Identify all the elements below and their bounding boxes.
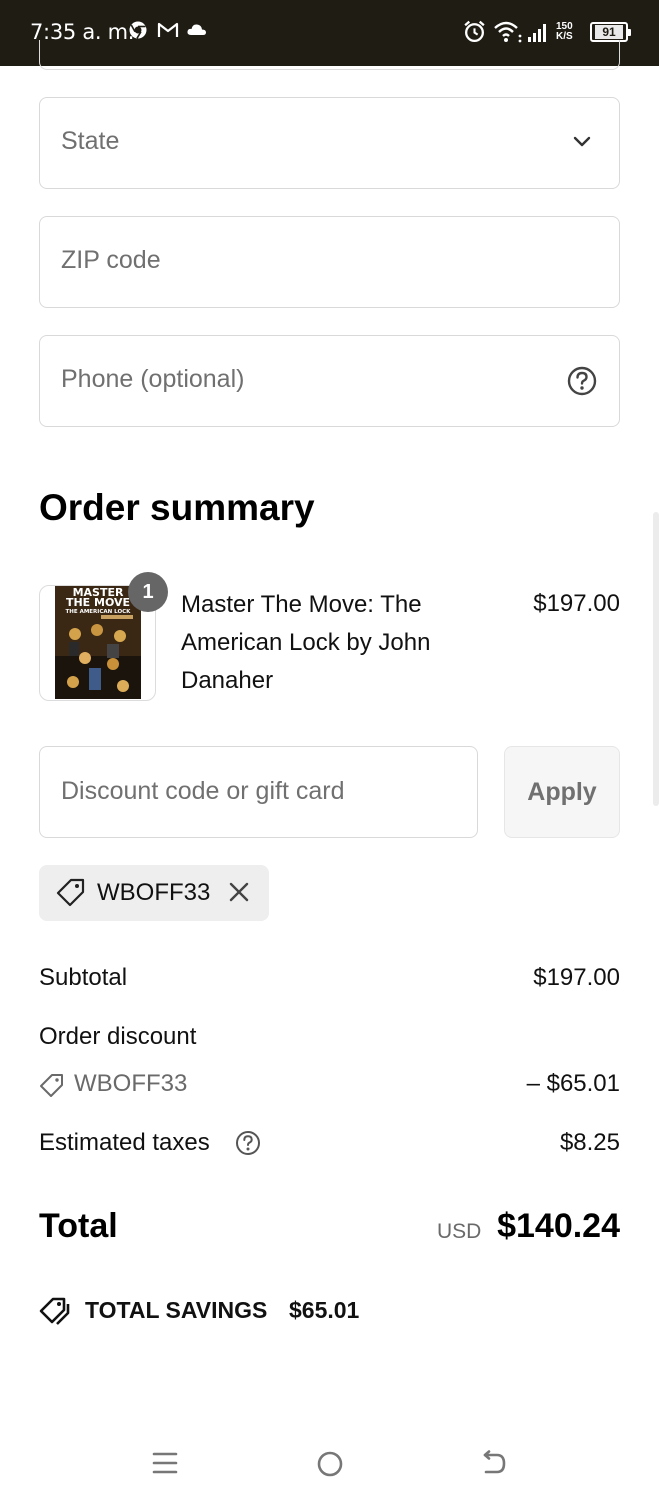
estimated-taxes-label: Estimated taxes [39, 1129, 260, 1157]
tag-icon [56, 878, 85, 907]
order-summary-heading: Order summary [39, 487, 315, 528]
currency-label: USD [437, 1220, 482, 1243]
cover-title-line2: THE MOVE [66, 596, 130, 609]
chrome-icon [129, 21, 147, 39]
estimated-taxes-value: $8.25 [559, 1129, 620, 1156]
phone-field[interactable]: Phone (optional) [39, 335, 620, 427]
total-savings-value: $65.01 [289, 1297, 360, 1323]
savings-tag-icon [39, 1297, 70, 1325]
subtotal-label: Subtotal [39, 964, 128, 991]
system-navigation-bar [0, 1430, 659, 1500]
remove-code-close-icon[interactable] [228, 881, 250, 903]
applied-code-label: WBOFF33 [97, 879, 211, 906]
state-select[interactable]: State [39, 97, 620, 189]
help-icon[interactable] [567, 366, 597, 396]
back-icon[interactable] [480, 1450, 508, 1478]
applied-discount-chip: WBOFF33 [39, 865, 269, 921]
apply-button[interactable]: Apply [504, 746, 620, 838]
state-placeholder: State [61, 127, 120, 155]
battery-icon: 91 [590, 22, 631, 42]
quantity-badge: 1 [128, 572, 168, 612]
total-value: $140.24 [497, 1207, 620, 1245]
order-discount-value: – $65.01 [526, 1070, 620, 1097]
product-price: $197.00 [533, 590, 620, 617]
cloud-icon [187, 24, 206, 35]
battery-level: 91 [595, 25, 623, 39]
subtotal-value: $197.00 [533, 964, 620, 991]
help-icon[interactable] [235, 1130, 261, 1156]
order-discount-label: Order discount [39, 1023, 197, 1050]
cover-subtitle: THE AMERICAN LOCK [66, 609, 132, 615]
zip-code-field[interactable]: ZIP code [39, 216, 620, 308]
menu-icon[interactable] [152, 1450, 178, 1476]
scrollbar[interactable] [653, 512, 659, 806]
phone-placeholder: Phone (optional) [61, 365, 245, 393]
chevron-down-icon [573, 136, 591, 147]
gmail-icon [157, 22, 179, 37]
order-discount-code-label: WBOFF33 [74, 1070, 188, 1097]
discount-placeholder: Discount code or gift card [61, 777, 345, 805]
product-name: Master The Move: The American Lock by Jo… [181, 591, 431, 694]
zip-placeholder: ZIP code [61, 246, 161, 274]
tag-icon [40, 1074, 63, 1097]
product-cover-image: MASTER THE MOVE THE AMERICAN LOCK [55, 586, 141, 699]
estimated-taxes-text: Estimated taxes [39, 1129, 210, 1156]
previous-field-edge [39, 40, 620, 70]
total-label: Total [39, 1207, 118, 1245]
home-circle-icon[interactable] [316, 1450, 344, 1478]
discount-code-input[interactable]: Discount code or gift card [39, 746, 478, 838]
network-speed: 150 K/S [556, 22, 573, 42]
total-savings-label: TOTAL SAVINGS [85, 1297, 268, 1323]
